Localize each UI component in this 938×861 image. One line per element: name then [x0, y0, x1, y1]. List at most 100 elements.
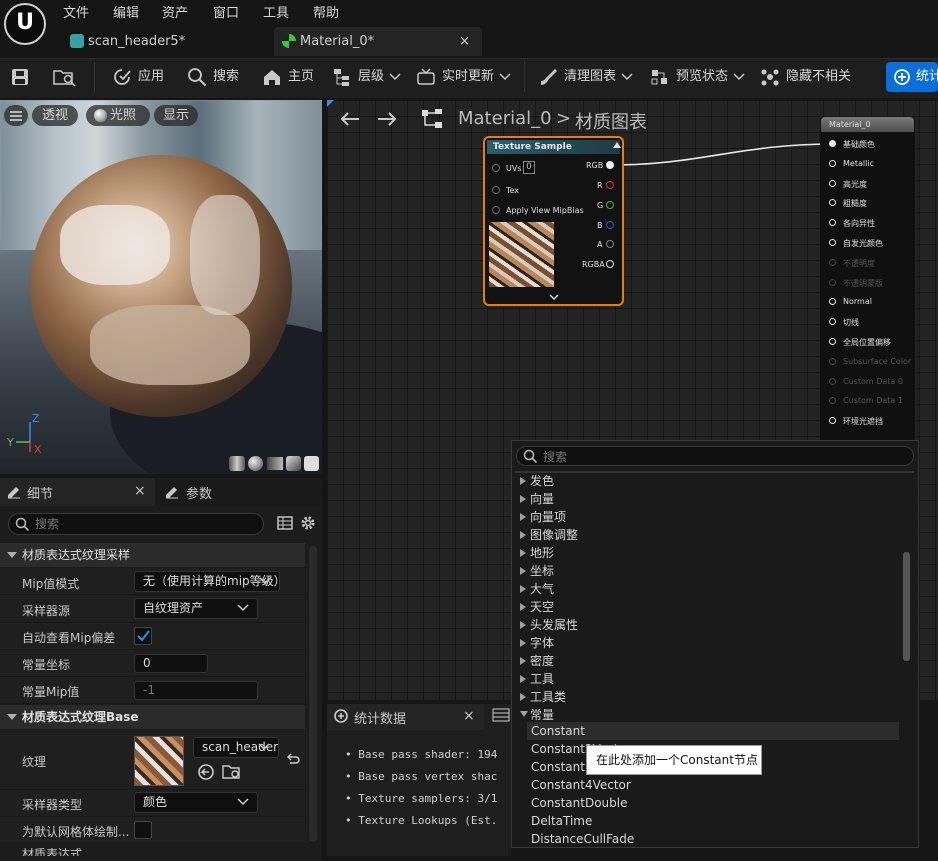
palette-scrollbar[interactable] — [903, 552, 910, 661]
tab-params-label[interactable]: 参数 — [186, 483, 212, 502]
palette-item[interactable]: Constant — [531, 724, 585, 738]
palette-category[interactable]: 图像调整 — [530, 526, 578, 543]
tab-details-close[interactable]: × — [134, 483, 146, 499]
clean-graph-button[interactable]: 清理图表 — [538, 66, 638, 88]
palette-item[interactable]: DistanceCullFade — [531, 832, 634, 846]
search-icon — [188, 67, 207, 86]
palette-category[interactable]: 密度 — [530, 652, 554, 669]
reset-arrow-icon[interactable] — [286, 752, 300, 769]
search-button[interactable]: 搜索 — [187, 66, 239, 88]
menu-edit[interactable]: 编辑 — [113, 2, 139, 21]
mip-mode-dropdown[interactable]: 无（使用计算的mip等级） — [134, 571, 280, 592]
const-mip-label: 常量Mip值 — [22, 685, 80, 699]
output-b-pin[interactable] — [606, 221, 614, 229]
hierarchy-button[interactable]: 层级 — [332, 66, 406, 88]
collapse-arrow-icon[interactable] — [613, 142, 621, 148]
category-constants[interactable]: 常量 — [530, 706, 554, 723]
live-update-button[interactable]: 实时更新 — [416, 66, 516, 88]
save-button[interactable] — [10, 66, 36, 88]
default-mesh-checkbox[interactable] — [134, 821, 152, 839]
output-g-pin[interactable] — [606, 201, 614, 209]
menu-tools[interactable]: 工具 — [263, 2, 289, 21]
tab-material[interactable]: Material_0* × — [274, 27, 482, 56]
plane-icon[interactable] — [267, 457, 283, 470]
material-pin-dot[interactable] — [829, 357, 836, 365]
palette-item[interactable]: Constant4Vector — [531, 778, 631, 792]
output-rgb-pin[interactable] — [606, 161, 614, 169]
breadcrumb-root[interactable]: Material_0 — [458, 108, 552, 129]
const-coord-input[interactable]: 0 — [134, 654, 208, 673]
palette-category[interactable]: 字体 — [530, 634, 554, 651]
palette-category[interactable]: 工具 — [530, 670, 554, 687]
teapot-icon[interactable] — [304, 456, 319, 471]
preview-state-button[interactable]: 预览状态 — [650, 66, 750, 88]
details-search-input[interactable]: 搜索 — [8, 513, 264, 535]
stats-tab-close[interactable]: × — [463, 708, 475, 724]
sphere-icon[interactable] — [248, 456, 263, 471]
texture-asset-dropdown[interactable]: scan_header5 — [193, 737, 279, 758]
menu-help[interactable]: 帮助 — [313, 2, 339, 21]
perspective-button[interactable]: 透视 — [32, 105, 78, 126]
output-r-pin[interactable] — [606, 181, 614, 189]
output-rgba-pin[interactable] — [606, 260, 614, 268]
forward-arrow-icon[interactable] — [376, 110, 398, 131]
gear-icon[interactable] — [300, 515, 316, 534]
unreal-logo[interactable]: U — [4, 3, 46, 45]
material-pin-dot[interactable] — [829, 239, 836, 246]
palette-category[interactable]: 天空 — [530, 598, 554, 615]
section-texture-base[interactable]: 材质表达式纹理Base — [0, 705, 305, 729]
palette-category[interactable]: 向量项 — [530, 508, 566, 525]
back-arrow-icon[interactable] — [339, 110, 361, 131]
tab-details[interactable] — [0, 478, 155, 506]
material-pin-dot[interactable] — [829, 278, 836, 286]
tab-scan-header[interactable]: scan_header5* — [62, 27, 267, 56]
auto-view-mip-checkbox[interactable] — [134, 627, 152, 645]
menu-file[interactable]: 文件 — [63, 2, 89, 21]
uvs-index-input[interactable]: 0 — [523, 161, 535, 174]
cube-icon[interactable] — [286, 456, 301, 471]
output-a-pin[interactable] — [606, 240, 614, 248]
stats-line: • Texture Lookups (Est. — [345, 814, 509, 827]
apply-button[interactable]: 应用 — [112, 66, 164, 88]
palette-category[interactable]: 地形 — [530, 544, 554, 561]
sampler-source-dropdown[interactable]: 自纹理资产 — [134, 598, 258, 619]
show-button[interactable]: 显示 — [154, 105, 198, 126]
material-pin-dot[interactable] — [829, 258, 836, 266]
palette-category[interactable]: 发色 — [530, 472, 554, 489]
texture-thumbnail[interactable] — [134, 736, 184, 786]
browse-asset-icon[interactable] — [222, 763, 242, 784]
viewport-menu-button[interactable] — [4, 105, 28, 126]
material-pin-dot[interactable] — [829, 159, 836, 167]
palette-search-input[interactable]: 搜索 — [516, 446, 914, 466]
palette-item[interactable]: ConstantDouble — [531, 796, 627, 810]
tab-close-button[interactable]: × — [459, 27, 470, 56]
menu-assets[interactable]: 资产 — [162, 2, 188, 21]
sampler-type-dropdown[interactable]: 颜色 — [134, 792, 258, 813]
lit-button[interactable]: 光照 — [86, 105, 150, 126]
mipbias-input-pin[interactable] — [492, 206, 500, 214]
palette-category[interactable]: 坐标 — [530, 562, 554, 579]
list-view-icon[interactable] — [492, 708, 510, 725]
use-selected-asset-icon[interactable] — [197, 763, 215, 784]
stats-button[interactable]: 统计 — [886, 62, 938, 92]
details-scrollbar[interactable] — [309, 546, 317, 842]
menu-window[interactable]: 窗口 — [213, 2, 239, 21]
section-texture-sample[interactable]: 材质表达式纹理采样 — [0, 543, 305, 567]
palette-category[interactable]: 头发属性 — [530, 616, 578, 633]
material-pin-dot[interactable] — [829, 179, 836, 187]
browse-button[interactable] — [52, 66, 82, 88]
hide-unrelated-button[interactable]: 隐藏不相关 — [760, 66, 851, 88]
palette-category[interactable]: 大气 — [530, 580, 554, 597]
palette-category[interactable]: 工具类 — [530, 688, 566, 705]
material-pin-dot[interactable] — [829, 377, 836, 385]
chevron-down-icon[interactable] — [549, 293, 559, 301]
table-view-icon[interactable] — [277, 516, 293, 533]
palette-category[interactable]: 向量 — [530, 490, 554, 507]
home-button[interactable]: 主页 — [262, 66, 314, 88]
palette-item[interactable]: DeltaTime — [531, 814, 592, 828]
material-pin-dot[interactable] — [829, 338, 836, 345]
uvs-input-pin[interactable] — [492, 164, 500, 172]
material-pin-dot[interactable] — [829, 140, 836, 147]
cylinder-icon[interactable] — [229, 456, 245, 471]
tex-input-pin[interactable] — [492, 186, 500, 194]
